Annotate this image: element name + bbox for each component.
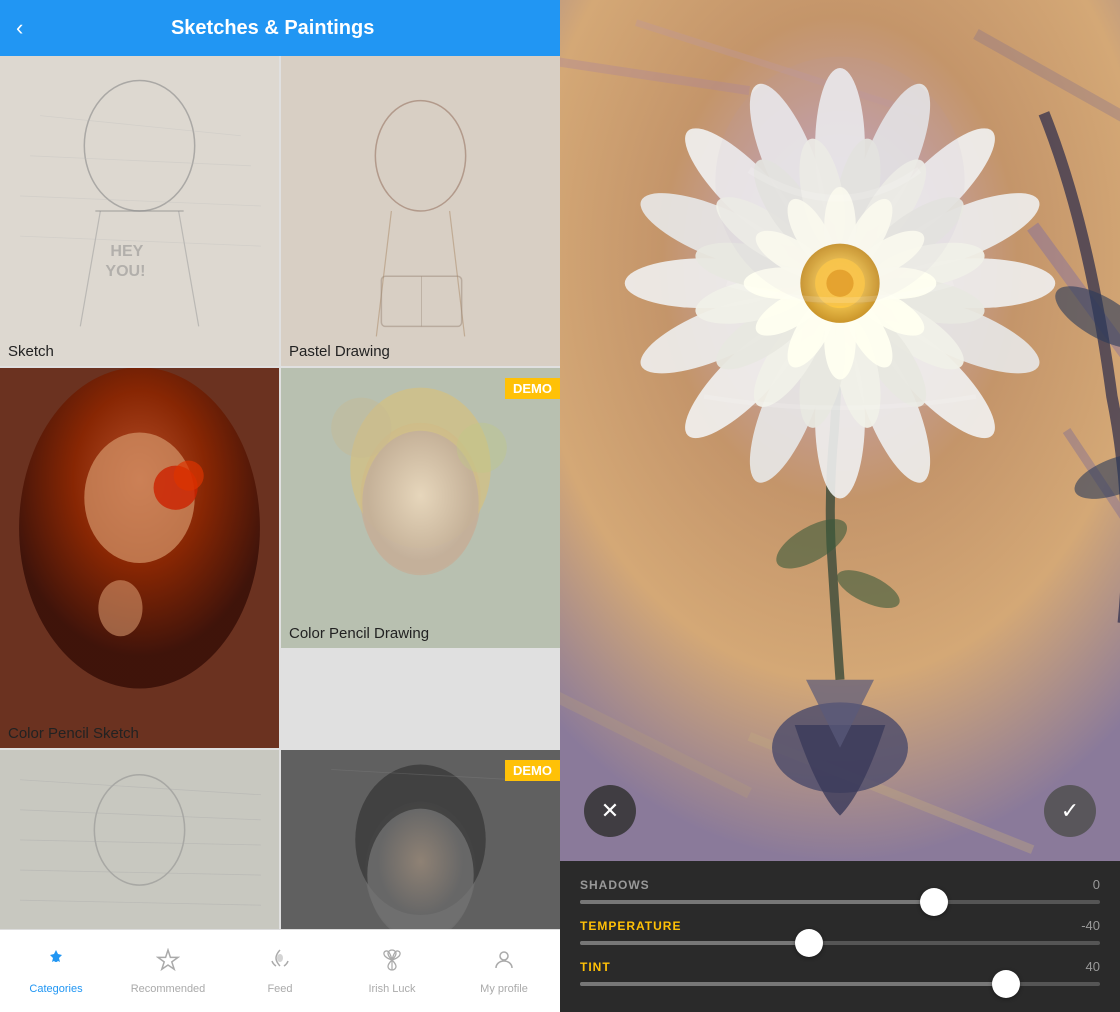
cpd-preview [281, 368, 560, 648]
back-button[interactable]: ‹ [16, 15, 23, 41]
filter-label-color-pencil-drawing: Color Pencil Drawing [281, 619, 560, 648]
cancel-button[interactable]: ✕ [584, 785, 636, 837]
irish-luck-label: Irish Luck [368, 983, 415, 995]
categories-label: Categories [29, 983, 82, 995]
temperature-label: TEMPERATURE [580, 919, 681, 933]
shadows-value: 0 [1093, 877, 1100, 892]
categories-icon [44, 948, 68, 979]
filter-item-color-pencil-sketch[interactable]: Color Pencil Sketch [0, 368, 279, 748]
my-profile-label: My profile [480, 983, 528, 995]
nav-item-recommended[interactable]: Recommended [128, 948, 208, 995]
pastel-preview [281, 56, 560, 366]
recommended-label: Recommended [131, 983, 206, 995]
shadows-slider-row: SHADOWS 0 [580, 877, 1100, 904]
filter-item-bottom-sketch[interactable] [0, 750, 279, 929]
temperature-thumb[interactable] [795, 929, 823, 957]
filter-grid-scroll: HEY YOU! Sketch [0, 56, 560, 929]
irish-luck-icon [380, 948, 404, 979]
confirm-icon: ✓ [1061, 798, 1079, 824]
bottom-sketch-preview [0, 750, 279, 929]
temperature-fill [580, 941, 809, 945]
demo-badge-cpd: DEMO [505, 378, 560, 399]
right-panel: ✕ ✓ SHADOWS 0 TEMPERATURE -40 [560, 0, 1120, 1012]
temperature-header: TEMPERATURE -40 [580, 918, 1100, 933]
tint-track[interactable] [580, 982, 1100, 986]
filter-label-sketch: Sketch [0, 337, 279, 366]
svg-text:HEY: HEY [110, 242, 143, 260]
filter-item-last-demo[interactable]: DEMO [281, 750, 560, 929]
nav-item-my-profile[interactable]: My profile [464, 948, 544, 995]
my-profile-icon [492, 948, 516, 979]
sketch-preview: HEY YOU! [0, 56, 279, 366]
tint-thumb[interactable] [992, 970, 1020, 998]
tint-fill [580, 982, 1006, 986]
nav-item-categories[interactable]: Categories [16, 948, 96, 995]
shadows-fill [580, 900, 934, 904]
shadows-track[interactable] [580, 900, 1100, 904]
filter-label-pastel: Pastel Drawing [281, 337, 560, 366]
color-pencil-sketch-preview [0, 368, 279, 748]
app-header: ‹ Sketches & Paintings [0, 0, 560, 56]
filter-label-color-pencil-sketch: Color Pencil Sketch [0, 719, 279, 748]
feed-label: Feed [267, 983, 292, 995]
photo-area: ✕ ✓ [560, 0, 1120, 861]
shadows-header: SHADOWS 0 [580, 877, 1100, 892]
svg-text:YOU!: YOU! [105, 262, 145, 280]
recommended-icon [156, 948, 180, 979]
demo-badge-last: DEMO [505, 760, 560, 781]
temperature-slider-row: TEMPERATURE -40 [580, 918, 1100, 945]
filter-item-color-pencil-drawing[interactable]: DEMO Color Pencil Drawing [281, 368, 560, 648]
temperature-track[interactable] [580, 941, 1100, 945]
feed-icon [268, 948, 292, 979]
tint-header: TINT 40 [580, 959, 1100, 974]
confirm-button[interactable]: ✓ [1044, 785, 1096, 837]
flower-painting [560, 0, 1120, 861]
cancel-icon: ✕ [601, 798, 619, 824]
page-title: Sketches & Paintings [35, 17, 510, 40]
nav-item-irish-luck[interactable]: Irish Luck [352, 948, 432, 995]
sliders-area: SHADOWS 0 TEMPERATURE -40 TINT 40 [560, 861, 1120, 1012]
tint-value: 40 [1086, 959, 1100, 974]
left-panel: ‹ Sketches & Paintings HEY [0, 0, 560, 1012]
nav-item-feed[interactable]: Feed [240, 948, 320, 995]
tint-label: TINT [580, 960, 611, 974]
filter-grid: HEY YOU! Sketch [0, 56, 560, 929]
tint-slider-row: TINT 40 [580, 959, 1100, 986]
bottom-nav: Categories Recommended Feed [0, 929, 560, 1012]
filter-item-sketch[interactable]: HEY YOU! Sketch [0, 56, 279, 366]
temperature-value: -40 [1081, 918, 1100, 933]
shadows-thumb[interactable] [920, 888, 948, 916]
filter-item-pastel[interactable]: Pastel Drawing [281, 56, 560, 366]
shadows-label: SHADOWS [580, 878, 650, 892]
